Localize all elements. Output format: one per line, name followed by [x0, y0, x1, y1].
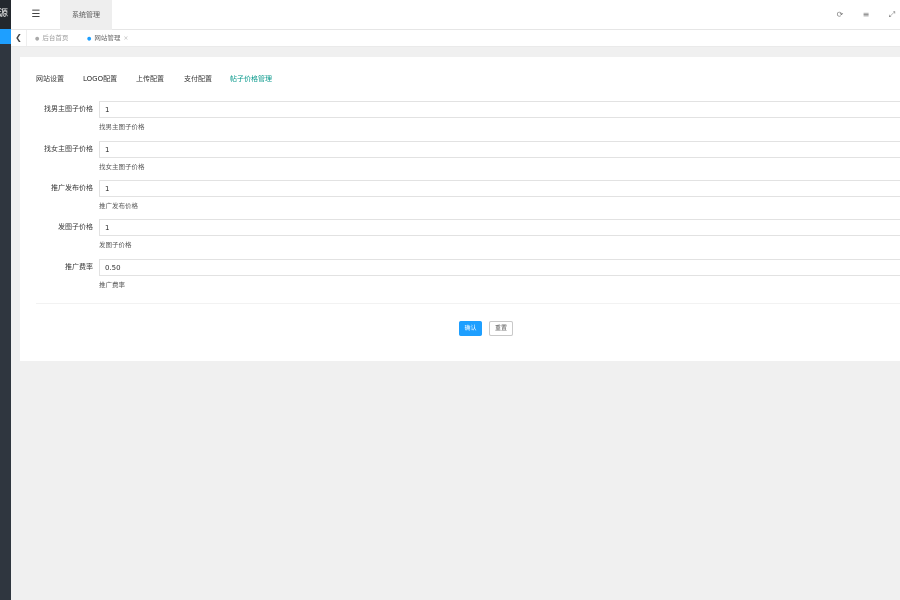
sidebar: 源 [0, 0, 11, 600]
hamburger-icon[interactable]: ☰ [27, 8, 45, 22]
dot-icon: ● [35, 36, 40, 42]
promotion-rate-input[interactable] [99, 259, 900, 276]
promotion-post-price-input[interactable] [99, 180, 900, 197]
sidebar-active-item[interactable] [0, 29, 11, 44]
field-label: 发图子价格 [58, 223, 93, 231]
refresh-icon[interactable]: ⟳ [833, 8, 847, 22]
page-tab-home-label: 后台首页 [42, 34, 69, 42]
field-hint: 发图子价格 [99, 241, 132, 249]
top-tab-system-management[interactable]: 系统管理 [60, 0, 112, 30]
male-post-price-input[interactable] [99, 101, 900, 118]
field-label: 找女主图子价格 [44, 145, 93, 153]
subtab-payment-config[interactable]: 支付配置 [184, 74, 212, 84]
field-hint: 找男主图子价格 [99, 123, 145, 131]
page-tab-site-management-label: 网站管理 [94, 34, 121, 42]
divider [36, 303, 900, 304]
field-hint: 推广费率 [99, 281, 125, 289]
confirm-button[interactable]: 确认 [459, 321, 482, 336]
female-post-price-input[interactable] [99, 141, 900, 158]
reset-button[interactable]: 重置 [489, 321, 513, 336]
close-icon[interactable]: × [123, 35, 128, 42]
post-price-input[interactable] [99, 219, 900, 236]
page-tab-site-management[interactable]: ● 网站管理 × [87, 30, 128, 46]
subtab-post-price-management[interactable]: 帖子价格管理 [230, 74, 272, 84]
field-hint: 找女主图子价格 [99, 163, 145, 171]
subtab-site-settings[interactable]: 网站设置 [36, 74, 64, 84]
field-label: 推广发布价格 [51, 184, 93, 192]
topbar: ☰ 系统管理 ⟳ ≡ ⤢ [11, 0, 900, 30]
settings-card: 网站设置 LOGO配置 上传配置 支付配置 帖子价格管理 找男主图子价格 找男主… [20, 57, 900, 361]
sidebar-logo: 源 [0, 0, 11, 29]
page-tab-home[interactable]: ● 后台首页 [35, 30, 68, 46]
subtab-upload-config[interactable]: 上传配置 [136, 74, 164, 84]
field-label: 推广费率 [65, 263, 93, 271]
field-label: 找男主图子价格 [44, 105, 93, 113]
field-hint: 推广发布价格 [99, 202, 138, 210]
fullscreen-icon[interactable]: ⤢ [885, 8, 899, 22]
page-tabs-bar: ❮ ● 后台首页 ● 网站管理 × [11, 30, 900, 47]
more-icon[interactable]: ≡ [859, 8, 873, 22]
dot-icon: ● [87, 36, 92, 42]
chevron-left-icon[interactable]: ❮ [11, 30, 27, 46]
subtab-logo-config[interactable]: LOGO配置 [83, 74, 117, 84]
